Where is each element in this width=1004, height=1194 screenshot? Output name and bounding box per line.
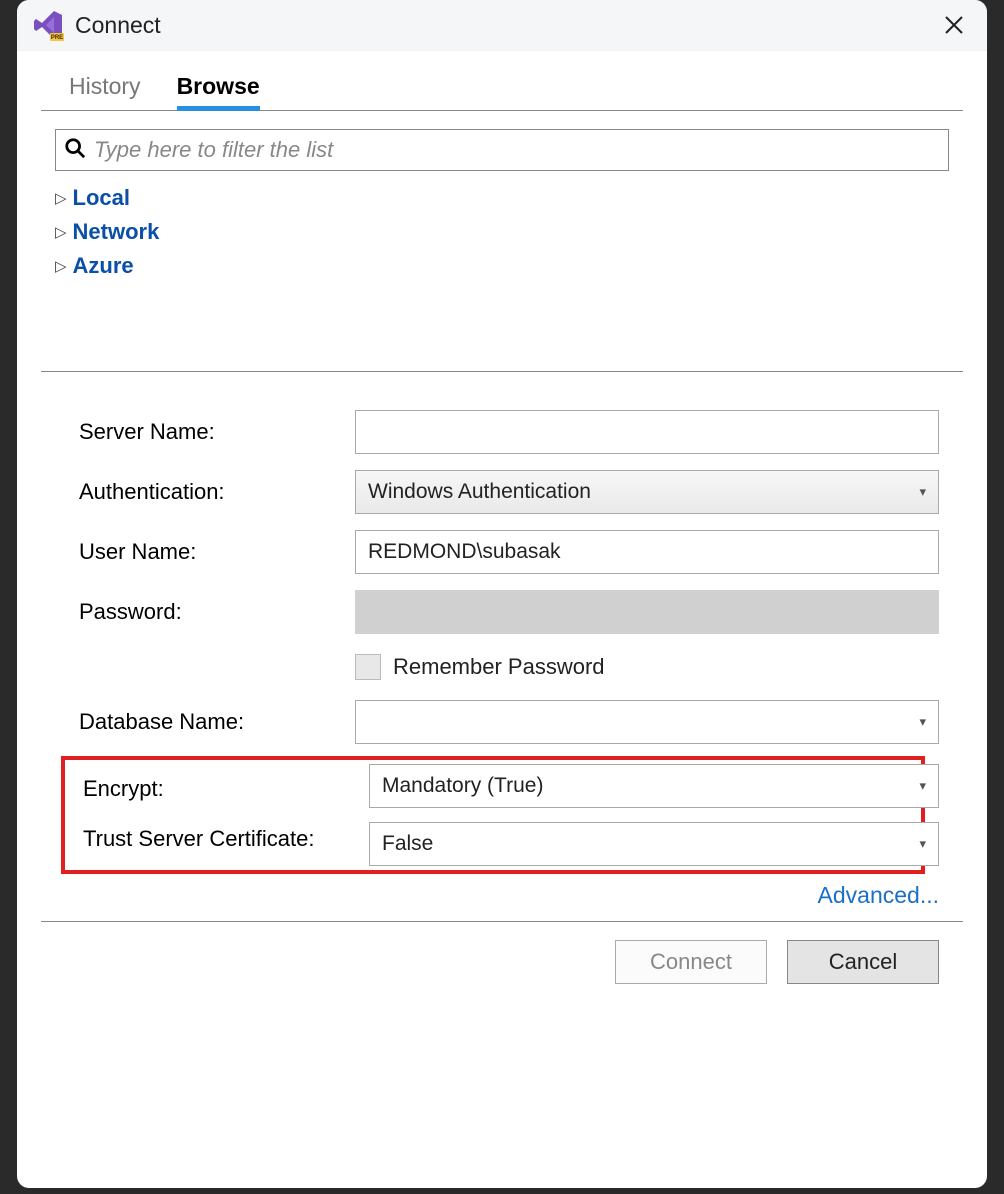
trust-server-certificate-value: False: [382, 832, 433, 856]
password-input: [355, 590, 939, 634]
remember-password-label: Remember Password: [393, 654, 605, 680]
encrypt-value: Mandatory (True): [382, 774, 543, 798]
advanced-link[interactable]: Advanced...: [818, 882, 939, 908]
dialog-title: Connect: [75, 12, 161, 39]
filter-row: [41, 129, 963, 171]
tabs: History Browse: [41, 67, 963, 111]
cancel-button-label: Cancel: [829, 949, 897, 975]
advanced-row: Advanced...: [65, 874, 939, 921]
tree-item-network[interactable]: ▷ Network: [55, 215, 949, 249]
connection-form: Server Name: Authentication: Windows Aut…: [41, 372, 963, 921]
chevron-down-icon: ▾: [919, 714, 926, 730]
tree-label: Azure: [73, 253, 134, 279]
authentication-select[interactable]: Windows Authentication ▾: [355, 470, 939, 514]
tab-history[interactable]: History: [69, 67, 141, 110]
label-server-name: Server Name:: [65, 419, 355, 445]
cancel-button[interactable]: Cancel: [787, 940, 939, 984]
visual-studio-preview-icon: PRE: [31, 8, 65, 42]
tab-browse[interactable]: Browse: [177, 67, 260, 110]
checkbox-box-icon: [355, 654, 381, 680]
label-trust-server-certificate: Trust Server Certificate:: [65, 826, 355, 852]
filter-input[interactable]: [94, 137, 940, 163]
row-authentication: Authentication: Windows Authentication ▾: [65, 462, 939, 522]
database-name-select[interactable]: ▾: [355, 700, 939, 744]
connect-dialog: PRE Connect History Browse: [17, 0, 987, 1188]
titlebar: PRE Connect: [17, 0, 987, 51]
encrypt-select[interactable]: Mandatory (True) ▾: [369, 764, 939, 808]
row-remember-password: Remember Password: [65, 642, 939, 692]
label-user-name: User Name:: [65, 539, 355, 565]
chevron-down-icon: ▾: [919, 836, 926, 852]
chevron-right-icon: ▷: [55, 189, 67, 207]
dialog-content: History Browse ▷ Local ▷ Netwo: [17, 51, 987, 1188]
row-user-name: User Name:: [65, 522, 939, 582]
titlebar-left: PRE Connect: [31, 8, 161, 42]
chevron-down-icon: ▾: [919, 778, 926, 794]
label-authentication: Authentication:: [65, 479, 355, 505]
close-icon: [944, 15, 964, 35]
authentication-value: Windows Authentication: [368, 480, 591, 504]
tree-label: Network: [73, 219, 160, 245]
tree-label: Local: [73, 185, 130, 211]
tree-item-azure[interactable]: ▷ Azure: [55, 249, 949, 283]
chevron-down-icon: ▾: [919, 484, 926, 500]
filter-input-wrap: [55, 129, 949, 171]
search-icon: [64, 137, 86, 164]
server-name-input[interactable]: [355, 410, 939, 454]
user-name-input[interactable]: [355, 530, 939, 574]
dialog-footer: Connect Cancel: [41, 922, 963, 1004]
label-password: Password:: [65, 599, 355, 625]
chevron-right-icon: ▷: [55, 223, 67, 241]
chevron-right-icon: ▷: [55, 257, 67, 275]
trust-server-certificate-select[interactable]: False ▾: [369, 822, 939, 866]
row-database-name: Database Name: ▾: [65, 692, 939, 752]
connect-button-label: Connect: [650, 949, 732, 975]
label-database-name: Database Name:: [65, 709, 355, 735]
label-encrypt: Encrypt:: [65, 776, 355, 802]
row-server-name: Server Name:: [65, 402, 939, 462]
remember-password-checkbox[interactable]: Remember Password: [355, 654, 939, 680]
row-password: Password:: [65, 582, 939, 642]
svg-text:PRE: PRE: [51, 35, 63, 41]
tree-item-local[interactable]: ▷ Local: [55, 181, 949, 215]
server-tree: ▷ Local ▷ Network ▷ Azure: [41, 171, 963, 371]
close-button[interactable]: [939, 10, 969, 40]
connect-button[interactable]: Connect: [615, 940, 767, 984]
